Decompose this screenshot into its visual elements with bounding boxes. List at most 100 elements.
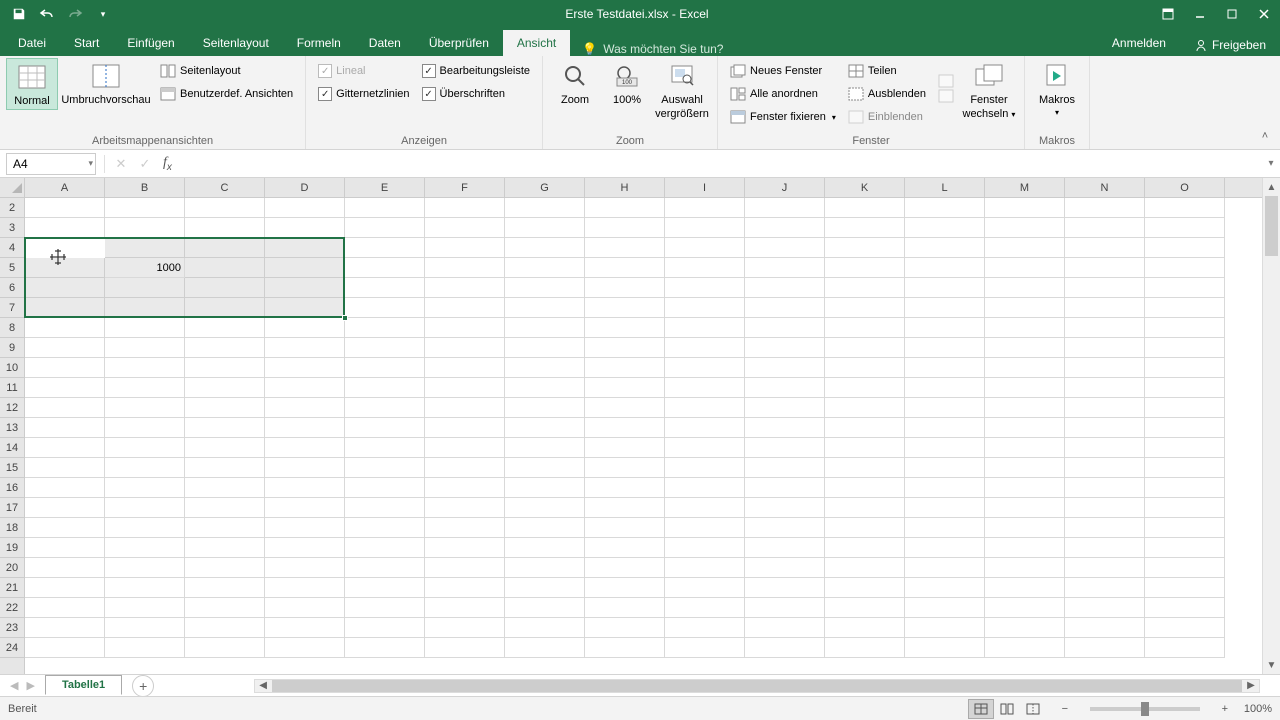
cell[interactable] <box>825 578 905 598</box>
cell[interactable] <box>185 598 265 618</box>
cell[interactable] <box>585 598 665 618</box>
cell[interactable] <box>825 558 905 578</box>
cell[interactable] <box>425 578 505 598</box>
cell[interactable] <box>985 418 1065 438</box>
cell[interactable] <box>825 498 905 518</box>
cell[interactable] <box>1145 418 1225 438</box>
cell[interactable] <box>665 418 745 438</box>
zoom-100-button[interactable]: 100 100% <box>601 58 653 122</box>
pagebreak-view-shortcut[interactable] <box>1020 699 1046 719</box>
arrange-all-button[interactable]: Alle anordnen <box>726 83 840 105</box>
cell[interactable] <box>745 618 825 638</box>
cell[interactable] <box>505 578 585 598</box>
cell[interactable] <box>905 278 985 298</box>
hscroll-thumb[interactable] <box>272 680 1242 692</box>
cell[interactable] <box>265 438 345 458</box>
col-header-L[interactable]: L <box>905 178 985 197</box>
cell[interactable] <box>1145 238 1225 258</box>
enter-formula-button[interactable]: ✓ <box>133 153 157 175</box>
cell[interactable] <box>265 318 345 338</box>
col-header-N[interactable]: N <box>1065 178 1145 197</box>
column-headers[interactable]: ABCDEFGHIJKLMNO <box>25 178 1262 198</box>
new-window-button[interactable]: Neues Fenster <box>726 60 840 82</box>
share-button[interactable]: Freigeben <box>1180 34 1280 56</box>
ruler-checkbox[interactable]: ✓Lineal <box>314 60 413 82</box>
cell[interactable] <box>345 538 425 558</box>
row-header-16[interactable]: 16 <box>0 478 24 498</box>
cell[interactable] <box>905 518 985 538</box>
cell[interactable] <box>105 598 185 618</box>
cell[interactable] <box>505 438 585 458</box>
col-header-I[interactable]: I <box>665 178 745 197</box>
cell[interactable] <box>265 198 345 218</box>
cell[interactable] <box>585 458 665 478</box>
cell-b5[interactable]: 1000 <box>105 258 185 278</box>
name-box[interactable]: A4 ▾ <box>6 153 96 175</box>
cell[interactable] <box>985 458 1065 478</box>
row-header-15[interactable]: 15 <box>0 458 24 478</box>
cell[interactable] <box>585 278 665 298</box>
tab-view[interactable]: Ansicht <box>503 30 570 56</box>
cell[interactable] <box>265 458 345 478</box>
cell[interactable] <box>745 338 825 358</box>
cell[interactable] <box>25 578 105 598</box>
minimize-button[interactable] <box>1184 0 1216 28</box>
chevron-down-icon[interactable]: ▾ <box>88 158 93 169</box>
cell[interactable] <box>665 398 745 418</box>
cell[interactable] <box>745 598 825 618</box>
cell[interactable] <box>425 278 505 298</box>
cell[interactable] <box>825 258 905 278</box>
cell[interactable] <box>985 298 1065 318</box>
cell[interactable] <box>1145 618 1225 638</box>
cell[interactable] <box>905 478 985 498</box>
cell[interactable] <box>1065 558 1145 578</box>
cell[interactable] <box>665 238 745 258</box>
cell[interactable] <box>425 458 505 478</box>
cell[interactable] <box>25 318 105 338</box>
cell[interactable] <box>425 498 505 518</box>
collapse-ribbon-button[interactable]: ˄ <box>1256 127 1274 145</box>
cell[interactable] <box>25 498 105 518</box>
cell[interactable] <box>745 378 825 398</box>
cell[interactable] <box>985 518 1065 538</box>
cell[interactable] <box>665 458 745 478</box>
row-header-24[interactable]: 24 <box>0 638 24 658</box>
cell[interactable] <box>905 618 985 638</box>
cell[interactable] <box>985 278 1065 298</box>
cell[interactable] <box>185 418 265 438</box>
cell[interactable] <box>25 458 105 478</box>
cell[interactable] <box>105 338 185 358</box>
cell[interactable] <box>985 318 1065 338</box>
cell[interactable] <box>185 198 265 218</box>
cell[interactable] <box>745 458 825 478</box>
cell[interactable] <box>665 598 745 618</box>
redo-button[interactable] <box>62 2 88 26</box>
cell[interactable] <box>425 538 505 558</box>
cell[interactable] <box>1145 298 1225 318</box>
new-sheet-button[interactable]: + <box>132 675 154 697</box>
cell[interactable] <box>265 598 345 618</box>
cell[interactable] <box>265 558 345 578</box>
cell[interactable] <box>25 338 105 358</box>
pagelayout-view-button[interactable]: Seitenlayout <box>156 60 297 82</box>
cell[interactable] <box>745 518 825 538</box>
cell[interactable] <box>425 618 505 638</box>
cell[interactable] <box>905 358 985 378</box>
row-header-22[interactable]: 22 <box>0 598 24 618</box>
headings-checkbox[interactable]: ✓Überschriften <box>418 83 535 105</box>
cell[interactable] <box>1065 518 1145 538</box>
cell[interactable] <box>825 238 905 258</box>
cell[interactable] <box>1065 338 1145 358</box>
cell[interactable] <box>345 218 425 238</box>
cell[interactable] <box>1065 278 1145 298</box>
cell[interactable] <box>185 398 265 418</box>
cell[interactable] <box>905 218 985 238</box>
normal-view-shortcut[interactable] <box>968 699 994 719</box>
cell[interactable] <box>505 378 585 398</box>
cell[interactable] <box>985 198 1065 218</box>
cell[interactable] <box>745 638 825 658</box>
cell[interactable] <box>905 238 985 258</box>
cell[interactable] <box>185 498 265 518</box>
cell[interactable] <box>985 598 1065 618</box>
cell[interactable] <box>1145 358 1225 378</box>
